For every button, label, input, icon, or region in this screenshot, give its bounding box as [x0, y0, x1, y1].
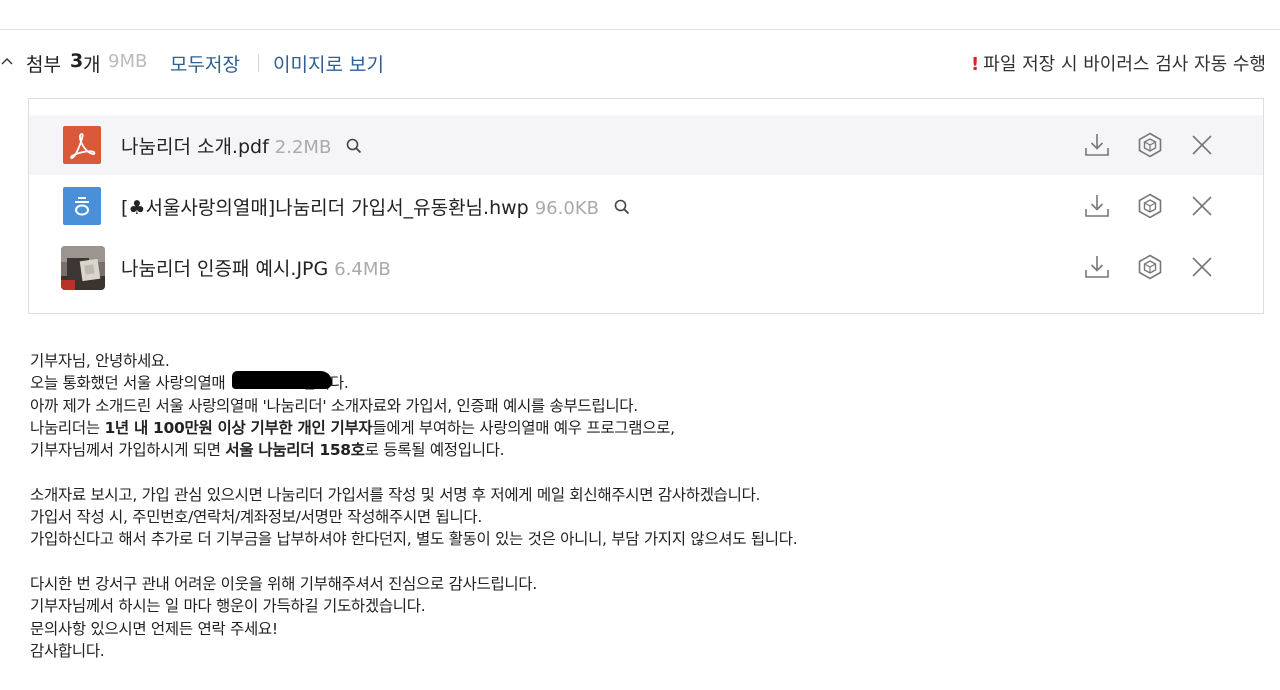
download-icon[interactable]	[1083, 131, 1111, 159]
attachment-header: 첨부 3 개 9MB 모두저장 이미지로 보기 ! 파일 저장 시 바이러스 검사…	[0, 48, 1280, 80]
virus-scan-notice: ! 파일 저장 시 바이러스 검사 자동 수행	[971, 50, 1266, 76]
message-text: 기부자님께서 가입하시게 되면	[30, 441, 226, 460]
message-line: 기부자님, 안녕하세요.	[30, 352, 170, 370]
view-as-images-button[interactable]: 이미지로 보기	[273, 50, 384, 77]
message-line: 소개자료 보시고, 가입 관심 있으시면 나눔리더 가입서를 작성 및 서명 후…	[30, 485, 761, 504]
cloud-save-cube-icon[interactable]	[1136, 192, 1164, 220]
divider	[258, 54, 259, 72]
message-text: 들에게 부여하는 사랑의열매 예우 프로그램으로,	[372, 418, 675, 437]
hwp-icon	[63, 187, 101, 225]
message-body: 기부자님, 안녕하세요. 오늘 통화했던 서울 사랑의열매 입니다. 아까 제가…	[30, 350, 1250, 662]
attachment-name[interactable]: 나눔리더 소개.pdf 2.2MB	[121, 132, 363, 159]
close-icon[interactable]	[1188, 192, 1216, 220]
file-size: 6.4MB	[334, 259, 391, 280]
close-icon[interactable]	[1188, 253, 1216, 281]
cloud-save-cube-icon[interactable]	[1136, 253, 1164, 281]
attachment-total-size: 9MB	[108, 51, 148, 72]
file-size: 96.0KB	[534, 198, 599, 219]
message-line: 가입하신다고 해서 추가로 더 기부금을 납부하셔야 한다던지, 별도 활동이 …	[30, 530, 798, 549]
message-line: 기부자님께서 가입하시게 되면 서울 나눔리더 158호로 등록될 예정입니다.	[30, 439, 1250, 461]
file-name[interactable]: 나눔리더 인증패 예시.JPG	[121, 258, 328, 280]
message-text: 오늘 통화했던 서울 사랑의열매	[30, 374, 230, 393]
virus-scan-notice-text: 파일 저장 시 바이러스 검사 자동 수행	[983, 54, 1266, 75]
message-bold-text: 서울 나눔리더 158호	[225, 441, 365, 460]
magnifier-preview-icon[interactable]	[345, 137, 363, 155]
magnifier-preview-icon[interactable]	[613, 198, 631, 216]
image-thumbnail	[61, 246, 105, 290]
message-line: 감사합니다.	[30, 641, 105, 660]
redaction-mark	[232, 371, 332, 390]
message-line: 오늘 통화했던 서울 사랑의열매 입니다.	[30, 371, 1250, 394]
pdf-icon	[63, 126, 101, 164]
attachment-row[interactable]: [♣서울사랑의열매]나눔리더 가입서_유동환님.hwp 96.0KB	[29, 176, 1263, 236]
attachment-row[interactable]: 나눔리더 인증패 예시.JPG 6.4MB	[29, 237, 1263, 297]
attachment-row[interactable]: 나눔리더 소개.pdf 2.2MB	[29, 115, 1263, 175]
message-text: 로 등록될 예정입니다.	[364, 441, 505, 460]
file-name[interactable]: [♣서울사랑의열매]나눔리더 가입서_유동환님.hwp	[121, 197, 529, 219]
attachment-count: 3	[70, 50, 84, 72]
file-size: 2.2MB	[274, 137, 332, 158]
cloud-save-cube-icon[interactable]	[1136, 131, 1164, 159]
close-icon[interactable]	[1188, 131, 1216, 159]
save-all-button[interactable]: 모두저장	[170, 50, 240, 77]
message-line: 기부자님께서 하시는 일 마다 행운이 가득하길 기도하겠습니다.	[30, 597, 426, 616]
attachment-name[interactable]: 나눔리더 인증패 예시.JPG 6.4MB	[121, 254, 391, 281]
warning-icon: !	[971, 54, 980, 75]
download-icon[interactable]	[1083, 192, 1111, 220]
message-bold-text: 1년 내 100만원 이상 기부한 개인 기부자	[104, 418, 373, 437]
download-icon[interactable]	[1083, 253, 1111, 281]
message-line: 나눔리더는 1년 내 100만원 이상 기부한 개인 기부자들에게 부여하는 사…	[30, 417, 1250, 439]
attachment-label: 첨부	[26, 54, 61, 76]
message-line: 아까 제가 소개드린 서울 사랑의열매 '나눔리더' 소개자료와 가입서, 인증…	[30, 396, 638, 415]
top-divider	[0, 29, 1280, 30]
collapse-chevron-icon[interactable]	[0, 54, 14, 68]
message-line: 다시한 번 강서구 관내 어려운 이웃을 위해 기부해주셔서 진심으로 감사드립…	[30, 574, 537, 593]
attachment-name[interactable]: [♣서울사랑의열매]나눔리더 가입서_유동환님.hwp 96.0KB	[121, 193, 631, 220]
message-line: 문의사항 있으시면 언제든 연락 주세요!	[30, 619, 278, 638]
file-name[interactable]: 나눔리더 소개.pdf	[121, 136, 269, 158]
message-text: 나눔리더는	[30, 418, 105, 437]
attachment-count-unit: 개	[83, 54, 101, 76]
attachment-list: 나눔리더 소개.pdf 2.2MB [♣서울사랑의열매]나눔리더 가입서_유동환…	[28, 98, 1264, 314]
message-line: 가입서 작성 시, 주민번호/연락처/계좌정보/서명만 작성해주시면 됩니다.	[30, 508, 482, 527]
